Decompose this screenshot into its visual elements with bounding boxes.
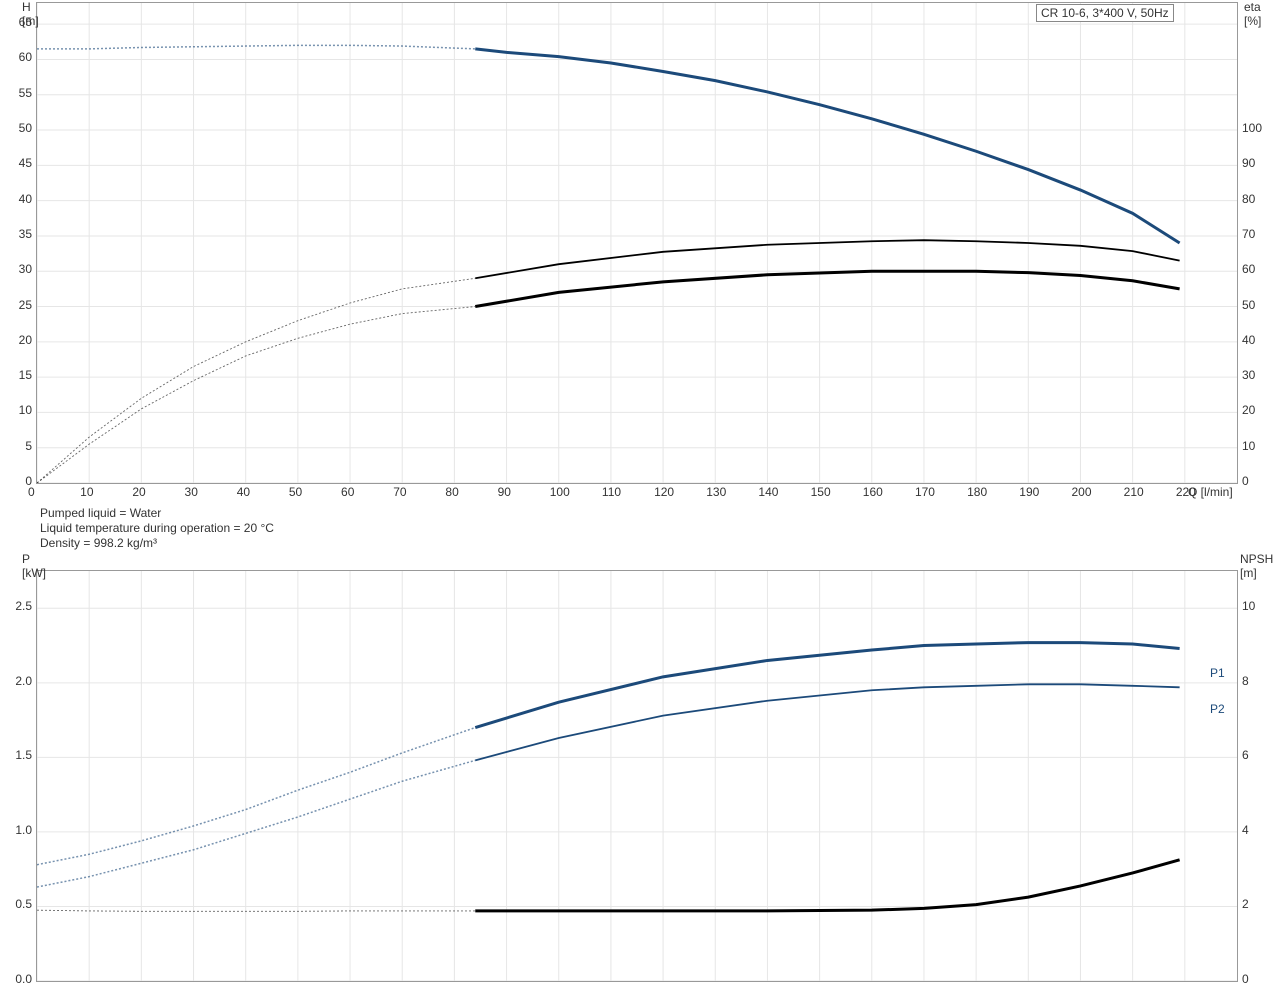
tick-npsh: 8 (1242, 674, 1249, 688)
tick-eta: 40 (1242, 333, 1255, 347)
tick-eta: 60 (1242, 262, 1255, 276)
tick-eta: 50 (1242, 298, 1255, 312)
tick-p: 0.0 (0, 972, 32, 986)
tick-eta: 20 (1242, 403, 1255, 417)
tick-h: 25 (0, 298, 32, 312)
tick-npsh: 10 (1242, 599, 1255, 613)
tick-q: 40 (237, 485, 250, 499)
legend-box: CR 10-6, 3*400 V, 50Hz (1036, 4, 1174, 22)
tick-eta: 70 (1242, 227, 1255, 241)
p1-label: P1 (1210, 666, 1225, 680)
tick-p: 2.5 (0, 599, 32, 613)
tick-h: 35 (0, 227, 32, 241)
tick-q: 120 (654, 485, 674, 499)
tick-p: 2.0 (0, 674, 32, 688)
tick-p: 1.5 (0, 748, 32, 762)
tick-npsh: 0 (1242, 972, 1249, 986)
tick-q: 30 (185, 485, 198, 499)
note-liquid: Pumped liquid = Water (40, 506, 161, 520)
tick-eta: 80 (1242, 192, 1255, 206)
tick-h: 60 (0, 50, 32, 64)
note-density: Density = 998.2 kg/m³ (40, 536, 157, 550)
tick-eta: 10 (1242, 439, 1255, 453)
tick-q: 170 (915, 485, 935, 499)
tick-eta: 0 (1242, 474, 1249, 488)
tick-eta: 30 (1242, 368, 1255, 382)
tick-h: 65 (0, 15, 32, 29)
y-right-title-top: eta [%] (1244, 0, 1261, 28)
tick-q: 150 (811, 485, 831, 499)
p-symbol: P (22, 552, 30, 566)
tick-eta: 100 (1242, 121, 1262, 135)
tick-p: 1.0 (0, 823, 32, 837)
tick-q: 160 (863, 485, 883, 499)
tick-q: 130 (706, 485, 726, 499)
tick-h: 20 (0, 333, 32, 347)
tick-q: 110 (602, 485, 621, 499)
tick-h: 55 (0, 86, 32, 100)
tick-q: 200 (1071, 485, 1091, 499)
tick-npsh: 6 (1242, 748, 1249, 762)
tick-h: 40 (0, 192, 32, 206)
y-right-title-bottom: NPSH [m] (1240, 552, 1273, 580)
y-left-title-bottom: P [kW] (22, 552, 46, 580)
tick-q: 10 (80, 485, 93, 499)
top-chart (36, 2, 1238, 484)
tick-q: 180 (967, 485, 987, 499)
eta-unit: [%] (1244, 14, 1261, 28)
tick-q: 190 (1019, 485, 1039, 499)
tick-q: 90 (498, 485, 511, 499)
tick-h: 50 (0, 121, 32, 135)
tick-h: 5 (0, 439, 32, 453)
h-symbol: H (22, 0, 31, 14)
bottom-chart (36, 570, 1238, 982)
p2-label: P2 (1210, 702, 1225, 716)
npsh-unit: [m] (1240, 566, 1257, 580)
tick-npsh: 2 (1242, 897, 1249, 911)
tick-q: 0 (28, 485, 35, 499)
eta-symbol: eta (1244, 0, 1261, 14)
tick-h: 45 (0, 156, 32, 170)
tick-q: 60 (341, 485, 354, 499)
npsh-symbol: NPSH (1240, 552, 1273, 566)
tick-q: 80 (445, 485, 458, 499)
tick-q: 20 (132, 485, 145, 499)
tick-q: 70 (393, 485, 406, 499)
tick-h: 30 (0, 262, 32, 276)
p-unit: [kW] (22, 566, 46, 580)
tick-q: 50 (289, 485, 302, 499)
tick-q: 220 (1176, 485, 1196, 499)
tick-h: 10 (0, 403, 32, 417)
tick-eta: 90 (1242, 156, 1255, 170)
tick-npsh: 4 (1242, 823, 1249, 837)
tick-q: 100 (550, 485, 570, 499)
tick-h: 15 (0, 368, 32, 382)
tick-q: 140 (758, 485, 778, 499)
tick-p: 0.5 (0, 897, 32, 911)
note-temp: Liquid temperature during operation = 20… (40, 521, 274, 535)
tick-q: 210 (1124, 485, 1144, 499)
